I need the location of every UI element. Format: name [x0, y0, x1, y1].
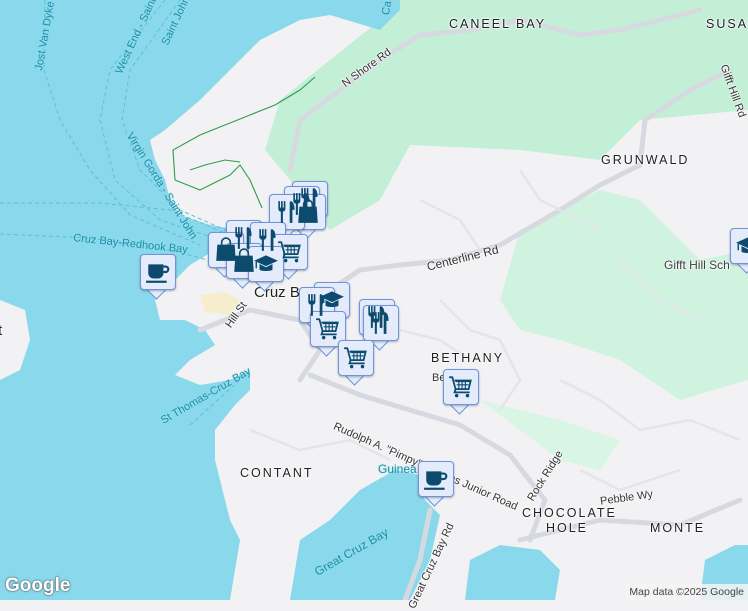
label-monte: MONTE	[650, 521, 706, 535]
marker-box	[443, 369, 479, 405]
marker-box	[269, 194, 305, 230]
map-marker-school[interactable]	[248, 246, 284, 292]
label-susan: SUSAN	[706, 17, 748, 31]
label-chocolate-hole: CHOCOLATE HOLE	[522, 506, 617, 535]
school-icon	[253, 251, 279, 277]
restaurant-icon	[368, 310, 394, 336]
restaurant-icon	[274, 199, 300, 225]
marker-box	[248, 246, 284, 282]
map-marker-cart[interactable]	[338, 340, 374, 386]
label-gifft-hill-school: Gifft Hill Sch	[664, 258, 730, 272]
marker-box	[730, 228, 748, 264]
marker-box	[140, 254, 176, 290]
label-t: t	[0, 322, 3, 339]
map-attribution[interactable]: Map data ©2025 Google	[625, 584, 748, 600]
marker-box	[418, 461, 454, 497]
map-marker-cart[interactable]	[443, 369, 479, 415]
coffee-icon	[145, 259, 171, 285]
map-marker-coffee[interactable]	[140, 254, 176, 300]
label-grunwald: GRUNWALD	[601, 153, 690, 167]
marker-box	[338, 340, 374, 376]
label-contant: CONTANT	[240, 466, 314, 480]
school-icon	[735, 233, 748, 259]
restaurant-icon	[304, 292, 330, 318]
coffee-icon	[423, 466, 449, 492]
cart-icon	[277, 239, 303, 265]
marker-box	[310, 311, 346, 347]
label-ca: Ca	[379, 0, 395, 16]
label-caneel-bay: CANEEL BAY	[449, 17, 547, 31]
label-guinea: Guinea	[378, 462, 417, 476]
map-marker-coffee[interactable]	[418, 461, 454, 507]
label-bethany: BETHANY	[431, 351, 505, 365]
google-logo: Google	[5, 575, 71, 596]
marker-box	[363, 305, 399, 341]
cart-icon	[315, 316, 341, 342]
cart-icon	[343, 345, 369, 371]
cart-icon	[448, 374, 474, 400]
map-marker-school[interactable]	[730, 228, 748, 274]
